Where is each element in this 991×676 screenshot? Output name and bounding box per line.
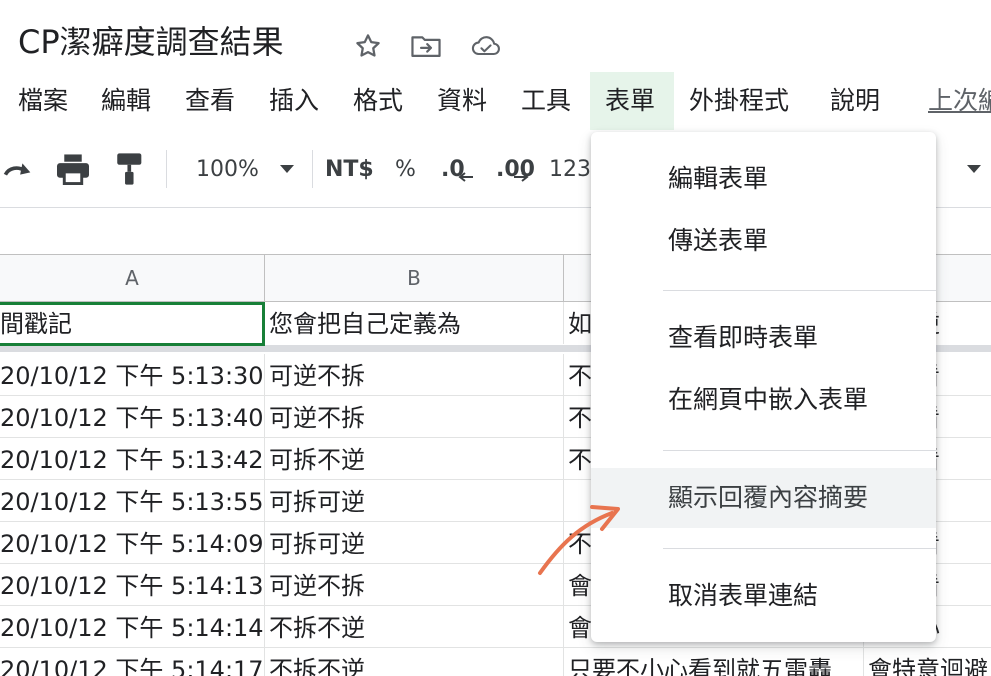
menu-item-view-live-form[interactable]: 查看即時表單: [591, 308, 936, 368]
cell-timestamp[interactable]: 20/10/12 下午 5:14:14: [0, 606, 265, 648]
cell-timestamp[interactable]: 20/10/12 下午 5:13:55: [0, 480, 265, 522]
menu-separator: [663, 290, 936, 291]
menu-separator: [663, 548, 936, 549]
cell-self-definition[interactable]: 不拆不逆: [265, 648, 564, 676]
cell-timestamp[interactable]: 20/10/12 下午 5:13:40: [0, 396, 265, 438]
percent-label: %: [395, 156, 416, 182]
column-header-b[interactable]: B: [265, 255, 564, 302]
menu-bar: 檔案 編輯 查看 插入 格式 資料 工具 表單 外掛程式 說明 上次編: [0, 72, 991, 130]
cell-self-definition[interactable]: 可逆不拆: [265, 354, 564, 396]
arrow-left-icon: [457, 138, 475, 216]
menu-file[interactable]: 檔案: [18, 72, 68, 130]
menu-item-unlink-form[interactable]: 取消表單連結: [591, 566, 936, 626]
header-cell-timestamp[interactable]: 間戳記: [0, 302, 265, 344]
star-icon[interactable]: [352, 30, 384, 62]
menu-separator: [663, 450, 936, 451]
more-formats-button[interactable]: 123: [549, 130, 591, 208]
cell-self-definition[interactable]: 可逆不拆: [265, 564, 564, 606]
menu-item-edit-form[interactable]: 編輯表單: [591, 149, 936, 209]
column-header-a[interactable]: A: [0, 255, 265, 302]
document-title[interactable]: CP潔癖度調查結果: [18, 22, 284, 62]
table-row: 20/10/12 下午 5:14:17 不拆不逆 只要不小心看到就五雷轟 會特意…: [0, 648, 991, 676]
cell-timestamp[interactable]: 20/10/12 下午 5:13:30: [0, 354, 265, 396]
toolbar-separator: [312, 150, 313, 188]
zoom-value: 100%: [196, 156, 259, 182]
menu-data[interactable]: 資料: [437, 72, 487, 130]
form-menu-dropdown: 編輯表單 傳送表單 查看即時表單 在網頁中嵌入表單 顯示回覆內容摘要 取消表單連…: [591, 132, 936, 642]
cell-d[interactable]: 會特意迴避: [864, 648, 991, 676]
currency-format-button[interactable]: NT$: [325, 130, 374, 208]
zoom-chevron-down-icon[interactable]: [278, 130, 296, 208]
move-to-folder-icon[interactable]: [410, 30, 442, 62]
menu-help[interactable]: 說明: [830, 72, 880, 130]
cell-self-definition[interactable]: 可逆不拆: [265, 396, 564, 438]
percent-format-button[interactable]: %: [395, 130, 416, 208]
menu-format[interactable]: 格式: [353, 72, 403, 130]
zoom-select[interactable]: 100%: [196, 130, 259, 208]
cell-timestamp[interactable]: 20/10/12 下午 5:14:13: [0, 564, 265, 606]
last-edit-link[interactable]: 上次編: [928, 72, 991, 130]
print-icon[interactable]: [55, 130, 91, 208]
title-bar: CP潔癖度調查結果: [0, 0, 991, 72]
cell-c[interactable]: 只要不小心看到就五雷轟: [564, 648, 864, 676]
menu-addons[interactable]: 外掛程式: [689, 72, 789, 130]
menu-tools[interactable]: 工具: [521, 72, 571, 130]
paint-format-icon[interactable]: [115, 130, 145, 208]
menu-view[interactable]: 查看: [185, 72, 235, 130]
cell-self-definition[interactable]: 可拆可逆: [265, 480, 564, 522]
menu-edit[interactable]: 編輯: [101, 72, 151, 130]
menu-item-embed-form[interactable]: 在網頁中嵌入表單: [591, 370, 936, 430]
menu-item-show-summary[interactable]: 顯示回覆內容摘要: [591, 468, 936, 528]
cell-self-definition[interactable]: 可拆可逆: [265, 522, 564, 564]
cell-timestamp[interactable]: 20/10/12 下午 5:14:09: [0, 522, 265, 564]
arrow-right-icon: [512, 138, 530, 216]
toolbar-separator: [166, 150, 167, 188]
more-formats-label: 123: [549, 156, 591, 182]
cell-self-definition[interactable]: 不拆不逆: [265, 606, 564, 648]
toolbar-chevron-down-icon[interactable]: [965, 130, 983, 208]
redo-icon[interactable]: [2, 130, 36, 208]
header-cell-self-definition[interactable]: 您會把自己定義為: [265, 302, 564, 344]
cell-timestamp[interactable]: 20/10/12 下午 5:14:17: [0, 648, 265, 676]
cell-self-definition[interactable]: 可拆不逆: [265, 438, 564, 480]
menu-insert[interactable]: 插入: [269, 72, 319, 130]
currency-label: NT$: [325, 156, 374, 182]
cloud-saved-icon[interactable]: [470, 30, 502, 62]
menu-item-send-form[interactable]: 傳送表單: [591, 211, 936, 271]
cell-timestamp[interactable]: 20/10/12 下午 5:13:42: [0, 438, 265, 480]
menu-form[interactable]: 表單: [590, 72, 674, 130]
